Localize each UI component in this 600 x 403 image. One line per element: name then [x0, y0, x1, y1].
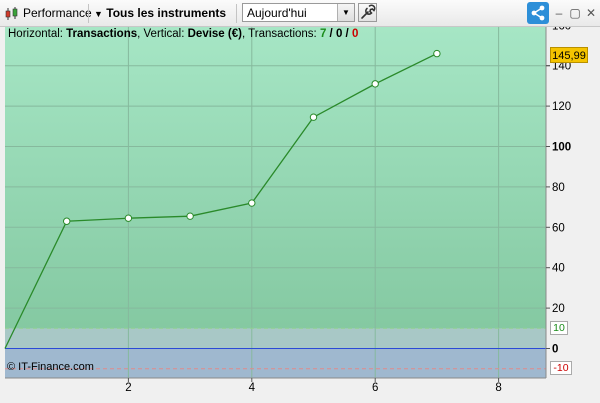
- toolbar-separator: [88, 4, 89, 23]
- threshold-upper-tag: 10: [550, 321, 568, 336]
- x-tick-label: 6: [372, 382, 378, 394]
- period-value: Aujourd'hui: [247, 6, 307, 20]
- instruments-label: Tous les instruments: [106, 6, 227, 20]
- y-tick-label: 80: [552, 182, 565, 194]
- chart-area: 160140120100806040200 2468: [0, 20, 600, 400]
- restore-button[interactable]: ▢: [568, 4, 582, 22]
- data-point: [186, 212, 194, 220]
- caption-vertical: Devise (€): [187, 28, 242, 40]
- tx-loss-count: 0: [351, 28, 359, 40]
- tx-sep-1: /: [326, 28, 336, 40]
- minimize-button[interactable]: –: [552, 4, 566, 22]
- chart-caption: Horizontal: Transactions, Vertical: Devi…: [8, 27, 358, 41]
- caption-horizontal: Transactions: [66, 28, 138, 40]
- share-icon: [531, 5, 545, 21]
- data-point: [309, 113, 318, 121]
- settings-button[interactable]: [358, 3, 377, 22]
- window-title: Performance: [23, 6, 92, 20]
- y-tick-label: 100: [552, 142, 571, 154]
- data-point: [62, 217, 71, 225]
- caption-prefix-transactions: , Transactions:: [241, 28, 320, 40]
- threshold-lower-tag: -10: [550, 360, 572, 375]
- last-value-tag: 145,99: [550, 47, 588, 63]
- caption-prefix-vertical: , Vertical:: [137, 28, 188, 40]
- performance-chart[interactable]: 160140120100806040200 2468: [0, 20, 600, 400]
- x-tick-label: 8: [495, 382, 501, 394]
- instruments-selector[interactable]: ▼ Tous les instruments: [94, 4, 226, 22]
- data-point: [371, 80, 379, 88]
- caption-prefix-horizontal: Horizontal:: [8, 28, 67, 40]
- toolbar-separator: [236, 4, 237, 23]
- data-point: [433, 49, 441, 58]
- close-button[interactable]: ✕: [584, 4, 598, 22]
- y-tick-label: 160: [552, 27, 571, 32]
- caret-down-icon: ▼: [94, 9, 103, 19]
- x-tick-label: 2: [125, 382, 131, 394]
- y-tick-label: 60: [552, 222, 565, 234]
- candlestick-icon: [5, 7, 18, 20]
- plot-background: [5, 27, 546, 378]
- toolbar: Performance ▼ Tous les instruments Aujou…: [0, 0, 600, 27]
- y-tick-label: 120: [552, 101, 571, 113]
- copyright-text: © IT-Finance.com: [7, 361, 94, 373]
- share-button[interactable]: [527, 2, 549, 24]
- chevron-down-icon[interactable]: ▼: [337, 4, 354, 21]
- x-tick-label: 4: [249, 382, 256, 394]
- y-tick-label: 20: [552, 303, 565, 315]
- wrench-icon: [361, 4, 376, 19]
- period-select[interactable]: Aujourd'hui ▼: [242, 3, 355, 22]
- data-point: [124, 214, 133, 222]
- tx-sep-2: /: [342, 28, 352, 40]
- y-tick-label: 0: [552, 344, 558, 356]
- y-tick-label: 40: [552, 263, 565, 275]
- data-point: [248, 199, 256, 207]
- neutral-band: [5, 328, 546, 349]
